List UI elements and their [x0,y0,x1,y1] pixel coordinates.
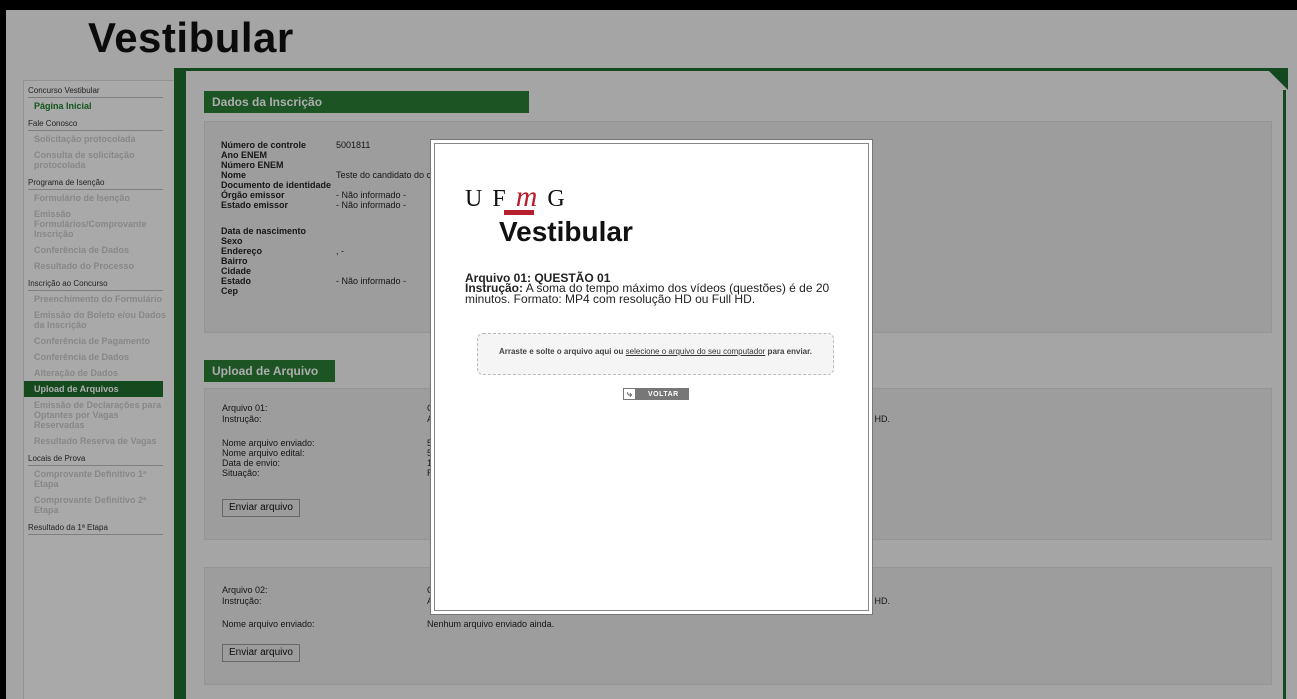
back-arrow-icon: ⤷ [623,388,636,400]
upload-modal: U F m G Vestibular Arquivo 01: QUESTÃO 0… [434,143,869,611]
voltar-label: VOLTAR [648,390,679,398]
dropzone-prefix: Arraste e solte o arquivo aqui ou [498,347,626,356]
logo-letter-f: F [492,186,508,212]
ufmg-logo: U F m G [465,180,567,214]
logo-letter-m: m [515,180,540,213]
logo-letter-g: G [547,186,567,212]
voltar-button[interactable]: ⤷ VOLTAR [623,388,689,400]
logo-underline [504,210,534,215]
modal-instruction: Instrução: A soma do tempo máximo dos ví… [465,282,855,305]
select-file-link[interactable]: selecione o arquivo do seu computador [626,347,766,356]
logo-letter-u: U [465,186,485,212]
file-dropzone[interactable]: Arraste e solte o arquivo aqui ou seleci… [477,333,834,375]
modal-title: Vestibular [499,216,633,247]
dropzone-suffix: para enviar. [765,347,813,356]
